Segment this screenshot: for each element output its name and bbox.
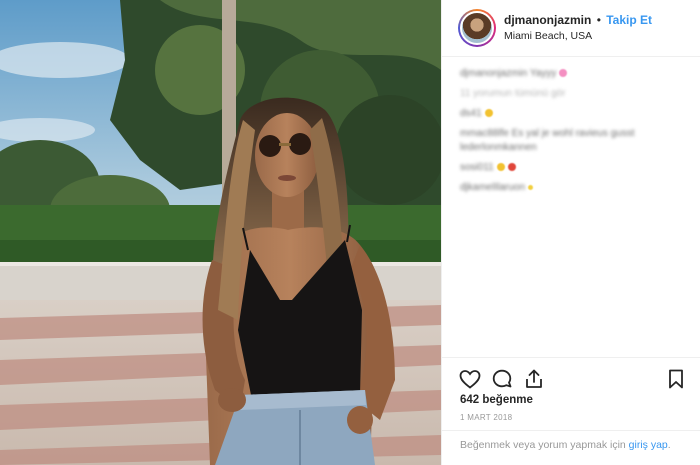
post-side-panel: djmanonjazmin • Takip Et Miami Beach, US… <box>441 0 700 465</box>
share-icon[interactable] <box>522 367 546 391</box>
separator-dot: • <box>596 13 601 27</box>
post-date: 1 MART 2018 <box>460 413 513 422</box>
login-prompt-text: Beğenmek veya yorum yapmak için <box>460 439 626 451</box>
comment-item: djkamelIlaruon <box>460 181 690 195</box>
view-all-comments-text: 11 yorumun tümünü gör <box>460 88 566 99</box>
heart-icon[interactable] <box>458 367 482 391</box>
comment-text: djmanonjazmin Yayyy <box>460 68 557 79</box>
post-photo <box>0 0 441 465</box>
comment-item: mmac88lfe Es yal je wohl ravieus gusst l… <box>460 127 690 155</box>
comment-item: ds41 <box>460 107 690 121</box>
post-header: djmanonjazmin • Takip Et Miami Beach, US… <box>442 0 700 57</box>
bookmark-icon[interactable] <box>664 367 688 391</box>
comment-item: djmanonjazmin Yayyy <box>460 67 690 81</box>
follow-button[interactable]: Takip Et <box>606 13 652 27</box>
login-prompt-bar: Beğenmek veya yorum yapmak için giriş ya… <box>442 430 700 465</box>
comment-icon[interactable] <box>490 367 514 391</box>
emoji-icon <box>507 163 516 172</box>
username-link[interactable]: djmanonjazmin <box>504 13 591 27</box>
comment-text: sosi011 <box>460 162 494 173</box>
emoji-icon <box>528 184 534 190</box>
post-image <box>0 0 441 465</box>
comment-text: ds41 <box>460 108 482 119</box>
likes-count[interactable]: 642 beğenme <box>460 394 533 406</box>
emoji-icon <box>484 109 493 118</box>
view-all-comments-link[interactable]: 11 yorumun tümünü gör <box>460 87 690 101</box>
avatar[interactable] <box>458 9 496 47</box>
post-actions: 642 beğenme 1 MART 2018 Beğenmek veya yo… <box>442 357 700 465</box>
login-suffix: . <box>667 439 671 451</box>
comment-text: mmac88lfe Es yal je wohl ravieus gusst l… <box>460 128 635 153</box>
location-link[interactable]: Miami Beach, USA <box>504 30 592 42</box>
comments-list: djmanonjazmin Yayyy 11 yorumun tümünü gö… <box>460 67 690 201</box>
comment-item: sosi011 <box>460 161 690 175</box>
emoji-icon <box>559 69 568 78</box>
action-icons <box>458 367 688 391</box>
comment-text: djkamelIlaruon <box>460 182 526 193</box>
username-row: djmanonjazmin • Takip Et <box>504 13 652 27</box>
avatar-image <box>460 11 494 45</box>
emoji-icon <box>496 163 505 172</box>
login-link[interactable]: giriş yap <box>629 439 668 451</box>
